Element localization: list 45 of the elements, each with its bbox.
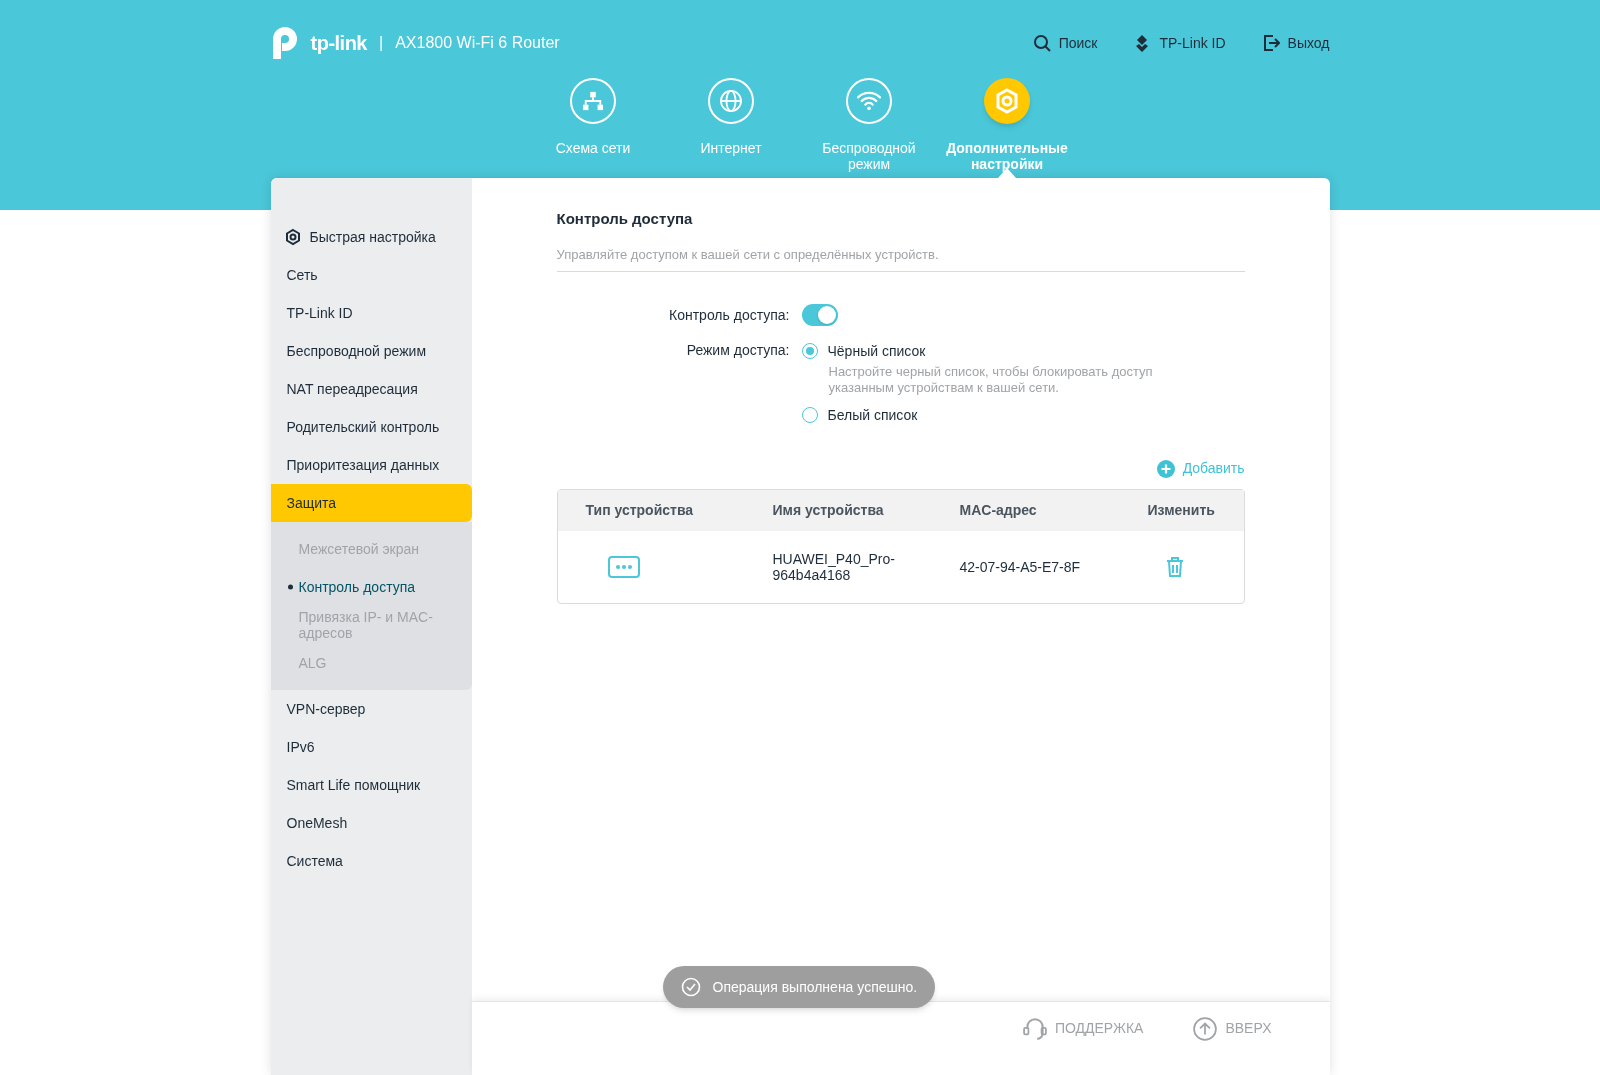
logout-icon <box>1261 34 1280 52</box>
sidebar-item[interactable]: Быстрая настройка <box>270 218 472 256</box>
sidebar-item[interactable]: TP-Link ID <box>270 294 472 332</box>
table-cell-text: 42-07-94-A5-E7-8F <box>959 557 1082 577</box>
header-link[interactable]: Поиск <box>1032 32 1098 54</box>
gear-icon <box>283 228 302 246</box>
column-header: Изменить <box>1147 501 1216 520</box>
sidebar-item[interactable]: OneMesh <box>270 804 472 842</box>
arrow-up-icon <box>1193 1016 1218 1041</box>
sidebar-item[interactable]: Родительский контроль <box>270 408 472 446</box>
column-header: Тип устройства <box>584 501 695 520</box>
toast-message: Операция выполнена успешно. <box>712 977 918 997</box>
sidebar-item[interactable]: Защита <box>270 484 472 522</box>
header-link[interactable]: Выход <box>1261 32 1330 54</box>
search-icon <box>1032 34 1051 52</box>
logo-text: tp-link <box>310 31 367 56</box>
field-label: Режим доступа: <box>685 341 791 360</box>
model-name: AX1800 Wi-Fi 6 Router <box>395 33 560 53</box>
section-title: Контроль доступа <box>556 209 694 229</box>
radio-option[interactable]: Чёрный список <box>801 340 926 362</box>
sidebar-item[interactable]: VPN-сервер <box>270 690 472 728</box>
delete-button[interactable] <box>1165 557 1184 577</box>
device-icon <box>607 556 640 578</box>
sidebar-subitem[interactable]: Контроль доступа <box>270 568 472 606</box>
sidebar-item[interactable]: Приоритезация данных <box>270 446 472 484</box>
toggle-switch[interactable] <box>801 304 838 326</box>
trash-icon <box>1165 557 1184 577</box>
field-label: Контроль доступа: <box>668 305 791 325</box>
sidebar-item[interactable]: IPv6 <box>270 728 472 766</box>
table-cell-text: HUAWEI_P40_Pro-964b4a4168 <box>772 551 896 583</box>
column-header: Имя устройства <box>772 501 885 520</box>
headset-icon <box>1022 1016 1047 1041</box>
section-description: Управляйте доступом к вашей сети с определённых устройств. <box>556 244 1245 272</box>
sidebar-item[interactable]: Беспроводной режим <box>270 332 472 370</box>
sidebar-item[interactable]: NAT переадресация <box>270 370 472 408</box>
sidebar-item[interactable]: Smart Life помощник <box>270 766 472 804</box>
radio-option[interactable]: Белый список <box>801 404 918 426</box>
sidebar-item[interactable]: Сеть <box>270 256 472 294</box>
hint-text: Настройте черный список, чтобы блокировать доступ указанным устройствам к вашей сети. <box>828 364 1154 396</box>
check-circle-icon <box>680 977 701 997</box>
plus-icon <box>1156 459 1175 478</box>
column-header: MAC-адрес <box>959 501 1038 520</box>
separator: | <box>379 33 384 53</box>
sidebar-item[interactable]: Система <box>270 842 472 880</box>
header-link[interactable]: TP-Link ID <box>1133 32 1226 54</box>
